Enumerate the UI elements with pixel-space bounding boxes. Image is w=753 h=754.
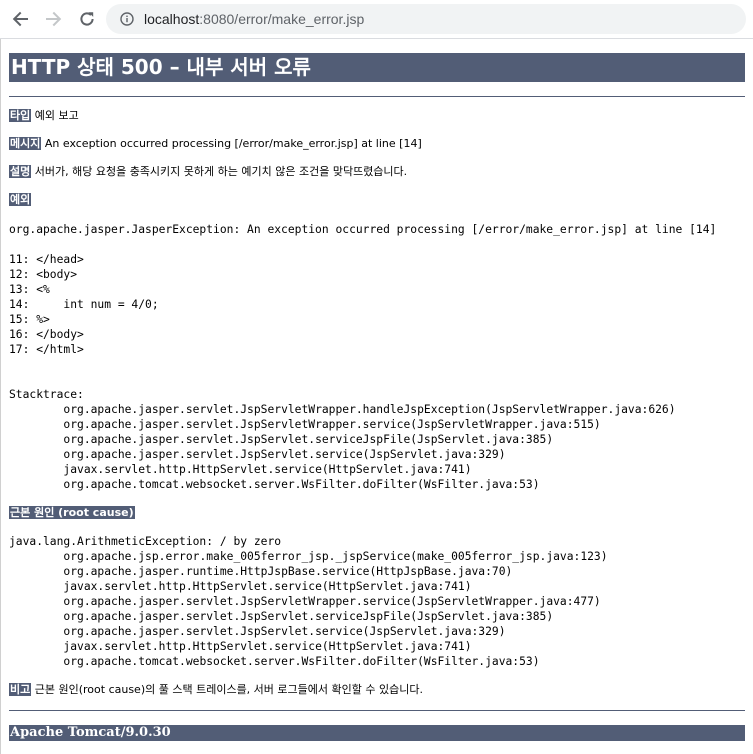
type-value: 예외 보고	[31, 109, 79, 122]
description-label: 설명	[9, 165, 32, 178]
note-label: 비고	[9, 683, 32, 696]
reload-icon	[80, 12, 94, 26]
message-label: 메시지	[9, 137, 42, 150]
url-path: :8080/error/make_error.jsp	[199, 11, 365, 27]
exception-trace: org.apache.jasper.JasperException: An ex…	[9, 223, 717, 491]
message-value: An exception occurred processing [/error…	[41, 137, 422, 150]
exception-label: 예외	[9, 193, 32, 206]
note-row: 비고 근본 원인(root cause)의 풀 스택 트레이스를, 서버 로그들…	[9, 683, 423, 697]
root-cause-row: 근본 원인 (root cause)	[9, 506, 135, 520]
type-label: 타입	[9, 109, 32, 122]
divider-top	[9, 96, 745, 97]
note-value: 근본 원인(root cause)의 풀 스택 트레이스를, 서버 로그들에서 …	[31, 683, 423, 696]
info-icon[interactable]	[120, 12, 134, 26]
server-footer: Apache Tomcat/9.0.30	[9, 725, 745, 741]
root-cause-trace: java.lang.ArithmeticException: / by zero…	[9, 535, 608, 668]
divider-bottom	[9, 710, 745, 711]
error-page: HTTP 상태 500 – 내부 서버 오류 타입 예외 보고 메시지 An e…	[0, 39, 753, 754]
exception-row: 예외	[9, 193, 32, 207]
description-value: 서버가, 해당 요청을 충족시키지 못하게 하는 예기치 않은 조건을 맞닥뜨렸…	[31, 165, 408, 178]
url-text[interactable]: localhost:8080/error/make_error.jsp	[144, 10, 364, 28]
back-button[interactable]	[7, 6, 33, 32]
reload-button[interactable]	[74, 6, 100, 32]
message-row: 메시지 An exception occurred processing [/e…	[9, 137, 422, 151]
browser-toolbar: localhost:8080/error/make_error.jsp	[0, 0, 753, 39]
forward-button[interactable]	[41, 6, 67, 32]
address-bar[interactable]: localhost:8080/error/make_error.jsp	[106, 4, 746, 34]
url-host: localhost	[144, 11, 200, 27]
page-title: HTTP 상태 500 – 내부 서버 오류	[9, 53, 745, 82]
arrow-right-icon	[46, 11, 62, 27]
root-cause-label: 근본 원인 (root cause)	[9, 506, 135, 519]
description-row: 설명 서버가, 해당 요청을 충족시키지 못하게 하는 예기치 않은 조건을 맞…	[9, 165, 407, 179]
type-row: 타입 예외 보고	[9, 109, 79, 123]
arrow-left-icon	[12, 11, 28, 27]
